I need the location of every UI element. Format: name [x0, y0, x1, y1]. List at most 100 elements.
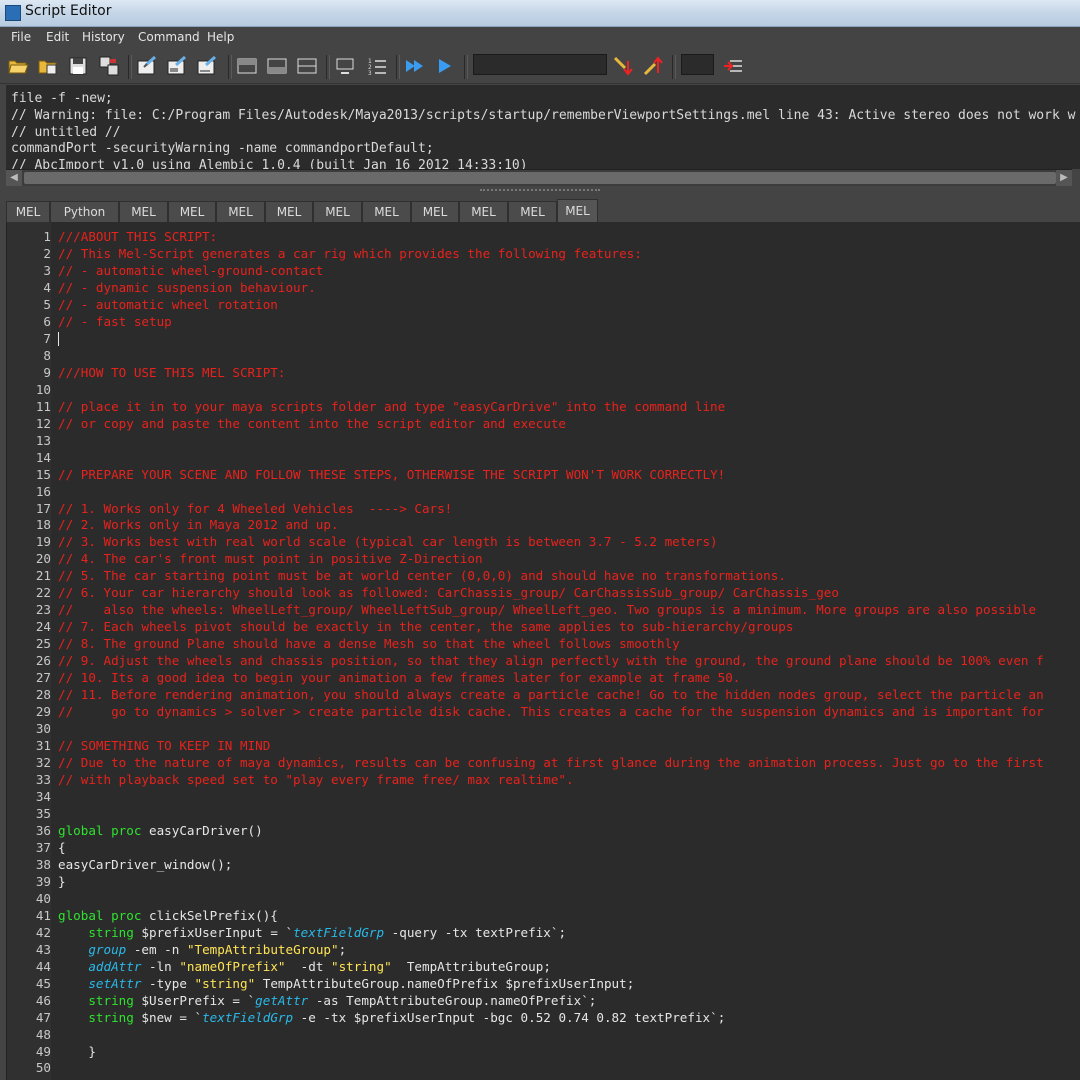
- clear-history-icon[interactable]: [136, 55, 158, 77]
- code-line[interactable]: 42 string $prefixUserInput = `textFieldG…: [7, 925, 1080, 942]
- tab-mel-9[interactable]: MEL: [411, 201, 459, 222]
- code-line[interactable]: 36 global proc easyCarDriver(): [7, 823, 1080, 840]
- code-line[interactable]: 37 {: [7, 840, 1080, 857]
- code-line[interactable]: 19 // 3. Works best with real world scale…: [7, 534, 1080, 551]
- code-token: ///HOW TO USE THIS MEL SCRIPT:: [58, 364, 286, 380]
- code-line[interactable]: 17 // 1. Works only for 4 Wheeled Vehicle…: [7, 501, 1080, 518]
- scroll-left-icon[interactable]: ◀: [6, 170, 22, 186]
- show-line-numbers-icon[interactable]: 123: [366, 55, 388, 77]
- code-line[interactable]: 45 setAttr -type "string" TempAttributeG…: [7, 976, 1080, 993]
- search-field[interactable]: [473, 54, 607, 75]
- tab-mel-10[interactable]: MEL: [459, 201, 508, 222]
- code-line[interactable]: 15 // PREPARE YOUR SCENE AND FOLLOW THESE…: [7, 467, 1080, 484]
- code-line[interactable]: 50: [7, 1060, 1080, 1077]
- line-number: 31: [35, 738, 51, 754]
- code-line[interactable]: 49 }: [7, 1044, 1080, 1061]
- code-line[interactable]: 30: [7, 721, 1080, 738]
- tab-mel-11[interactable]: MEL: [508, 201, 557, 222]
- save-script-icon[interactable]: [67, 55, 89, 77]
- code-line[interactable]: 20 // 4. The car's front must point in po…: [7, 551, 1080, 568]
- code-line[interactable]: 44 addAttr -ln "nameOfPrefix" -dt "strin…: [7, 959, 1080, 976]
- menu-history[interactable]: History: [82, 30, 125, 44]
- code-line[interactable]: 31 // SOMETHING TO KEEP IN MIND: [7, 738, 1080, 755]
- code-line[interactable]: 40: [7, 891, 1080, 908]
- tab-mel-12[interactable]: MEL: [557, 199, 598, 223]
- scrollbar-thumb[interactable]: [24, 172, 1056, 184]
- code-line[interactable]: 41 global proc clickSelPrefix(){: [7, 908, 1080, 925]
- code-line[interactable]: 39}: [7, 874, 1080, 891]
- tab-mel-7[interactable]: MEL: [313, 201, 362, 222]
- code-text: addAttr -ln "nameOfPrefix" -dt "string" …: [58, 959, 551, 976]
- echo-all-commands-icon[interactable]: [334, 55, 356, 77]
- code-line[interactable]: 46 string $UserPrefix = `getAttr -as Tem…: [7, 993, 1080, 1010]
- source-script-icon[interactable]: [37, 55, 59, 77]
- menu-command[interactable]: Command: [138, 30, 200, 44]
- code-line[interactable]: 8: [7, 348, 1080, 365]
- script-input-editor[interactable]: 1 ///ABOUT THIS SCRIPT: 2 // This Mel-Scrip…: [6, 222, 1080, 1080]
- scroll-right-icon[interactable]: ▶: [1056, 170, 1072, 186]
- code-line[interactable]: 32 // Due to the nature of maya dynamics,…: [7, 755, 1080, 772]
- search-down-icon[interactable]: [612, 55, 634, 77]
- code-line[interactable]: 14: [7, 450, 1080, 467]
- code-line[interactable]: 10: [7, 382, 1080, 399]
- code-line[interactable]: 35: [7, 806, 1080, 823]
- code-line[interactable]: 22 // 6. Your car hierarchy should look a…: [7, 585, 1080, 602]
- menu-help[interactable]: Help: [207, 30, 234, 44]
- goto-line-icon[interactable]: [722, 55, 744, 77]
- history-horizontal-scrollbar[interactable]: ◀ ▶: [6, 169, 1072, 186]
- tab-mel-1[interactable]: MEL: [6, 201, 50, 222]
- tab-python-2[interactable]: Python: [50, 201, 119, 222]
- show-input-icon[interactable]: [266, 55, 288, 77]
- code-line[interactable]: 25 // 8. The ground Plane should have a d…: [7, 636, 1080, 653]
- code-text: // place it in to your maya scripts fold…: [58, 399, 725, 416]
- search-up-icon[interactable]: [642, 55, 664, 77]
- code-line[interactable]: 18 // 2. Works only in Maya 2012 and up.: [7, 517, 1080, 534]
- code-line[interactable]: 24 // 7. Each wheels pivot should be exac…: [7, 619, 1080, 636]
- code-line[interactable]: 38 easyCarDriver_window();: [7, 857, 1080, 874]
- code-line[interactable]: 12 // or copy and paste the content into …: [7, 416, 1080, 433]
- tab-mel-3[interactable]: MEL: [119, 201, 168, 222]
- save-to-shelf-icon[interactable]: [98, 55, 120, 77]
- history-line: // Warning: file: C:/Program Files/Autod…: [11, 107, 1076, 123]
- code-line[interactable]: 16: [7, 484, 1080, 501]
- code-line[interactable]: 47 string $new = `textFieldGrp -e -tx $p…: [7, 1010, 1080, 1027]
- code-line[interactable]: 34: [7, 789, 1080, 806]
- code-line[interactable]: 33 // with playback speed set to "play ev…: [7, 772, 1080, 789]
- menu-file[interactable]: File: [11, 30, 31, 44]
- code-line[interactable]: 48: [7, 1027, 1080, 1044]
- open-script-icon[interactable]: [7, 55, 29, 77]
- clear-input-icon[interactable]: [166, 55, 188, 77]
- menu-edit[interactable]: Edit: [46, 30, 69, 44]
- code-line[interactable]: 11 // place it in to your maya scripts fo…: [7, 399, 1080, 416]
- code-line[interactable]: 13: [7, 433, 1080, 450]
- tab-mel-4[interactable]: MEL: [168, 201, 216, 222]
- pane-splitter[interactable]: [480, 189, 600, 197]
- code-line[interactable]: 9 ///HOW TO USE THIS MEL SCRIPT:: [7, 365, 1080, 382]
- execute-icon[interactable]: [434, 55, 456, 77]
- show-both-icon[interactable]: [296, 55, 318, 77]
- code-line[interactable]: 3 // - automatic wheel-ground-contact: [7, 263, 1080, 280]
- history-pane[interactable]: file -f -new; // Warning: file: C:/Progr…: [6, 85, 1080, 169]
- code-line[interactable]: 4 // - dynamic suspension behaviour.: [7, 280, 1080, 297]
- code-line[interactable]: 26 // 9. Adjust the wheels and chassis po…: [7, 653, 1080, 670]
- code-line[interactable]: 2 // This Mel-Script generates a car rig …: [7, 246, 1080, 263]
- code-line[interactable]: 27 // 10. Its a good idea to begin your a…: [7, 670, 1080, 687]
- tab-mel-8[interactable]: MEL: [362, 201, 411, 222]
- execute-all-icon[interactable]: [404, 55, 426, 77]
- code-line[interactable]: 29 // go to dynamics > solver > create pa…: [7, 704, 1080, 721]
- tab-mel-5[interactable]: MEL: [216, 201, 265, 222]
- code-line[interactable]: 43 group -em -n "TempAttributeGroup";: [7, 942, 1080, 959]
- code-line[interactable]: 7: [7, 331, 1080, 348]
- code-line[interactable]: 28 // 11. Before rendering animation, you…: [7, 687, 1080, 704]
- tab-mel-6[interactable]: MEL: [265, 201, 313, 222]
- code-line[interactable]: 6 // - fast setup: [7, 314, 1080, 331]
- code-line[interactable]: 5 // - automatic wheel rotation: [7, 297, 1080, 314]
- goto-line-field[interactable]: [681, 54, 714, 75]
- code-line[interactable]: 1 ///ABOUT THIS SCRIPT:: [7, 229, 1080, 246]
- code-line[interactable]: 23 // also the wheels: WheelLeft_group/ W…: [7, 602, 1080, 619]
- show-history-icon[interactable]: [236, 55, 258, 77]
- line-number: 18: [35, 517, 51, 533]
- code-line[interactable]: 21 // 5. The car starting point must be a…: [7, 568, 1080, 585]
- code-token: // with playback speed set to "play ever…: [58, 772, 574, 787]
- clear-all-icon[interactable]: [196, 55, 218, 77]
